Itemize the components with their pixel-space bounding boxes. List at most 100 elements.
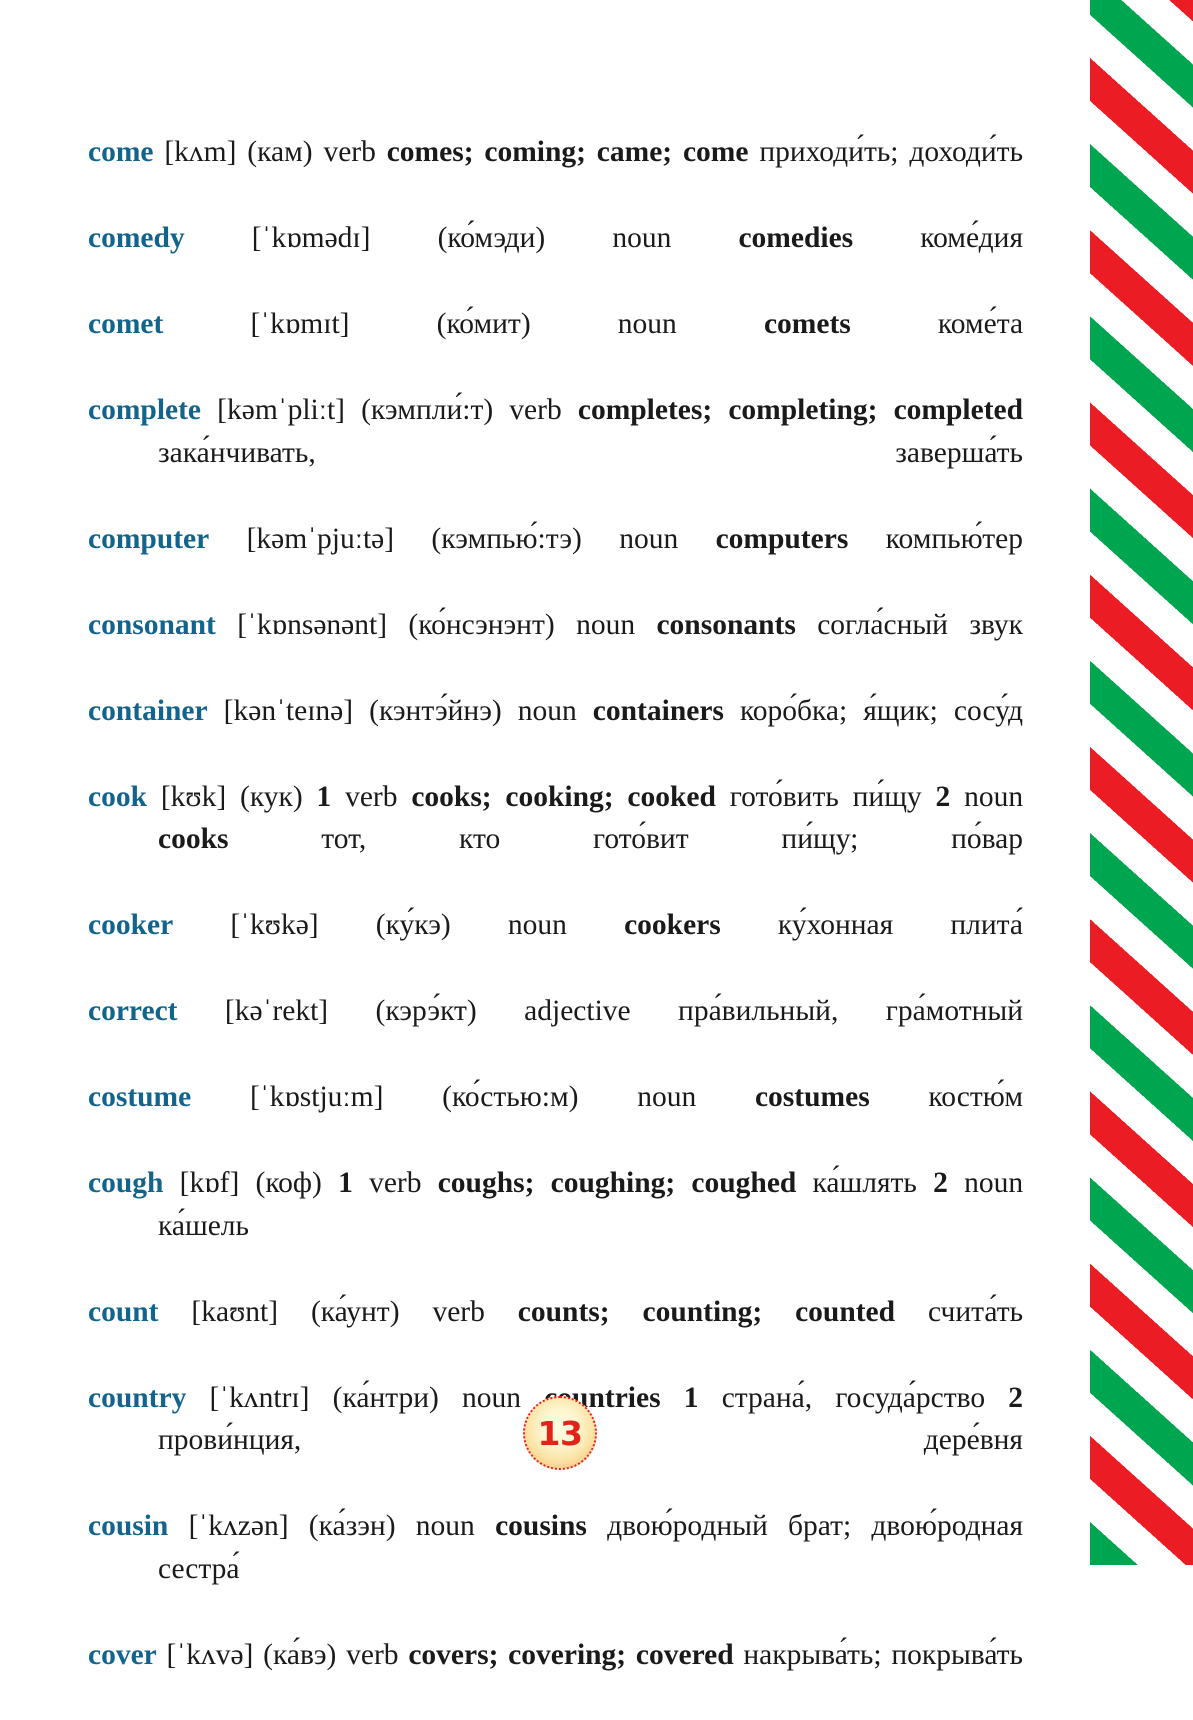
headword: cover xyxy=(88,1638,157,1671)
inflected-forms: comets xyxy=(763,308,851,340)
part-of-speech: verb xyxy=(432,1295,485,1328)
inflected-forms: costumes xyxy=(754,1081,870,1113)
dictionary-entry: complete [kəmˈpliːt] (кэмпли́:т) verb co… xyxy=(88,389,1023,517)
russian-transcription: (кэрэ́кт) xyxy=(375,995,477,1027)
russian-transcription: (ка́зэн) xyxy=(308,1510,396,1542)
sense-number: 2 xyxy=(935,780,951,813)
part-of-speech: verb xyxy=(345,780,398,813)
part-of-speech: verb xyxy=(323,136,376,168)
inflected-forms: coughs; coughing; coughed xyxy=(437,1167,797,1199)
part-of-speech: noun xyxy=(617,308,677,340)
ipa-transcription: [ˈkɒstjuːm] xyxy=(249,1081,384,1113)
ipa-transcription: [kənˈteɪnə] xyxy=(223,694,354,727)
ipa-transcription: [kəmˈpjuːtə] xyxy=(246,522,395,555)
russian-transcription: (кэмпли́:т) xyxy=(361,394,494,426)
definition: тот, кто гото́вит пи́щу; по́вар xyxy=(321,823,1023,855)
russian-transcription: (ка́вэ) xyxy=(263,1638,337,1671)
dictionary-entry: consonant [ˈkɒnsənənt] (ко́нсэнэнт) noun… xyxy=(88,604,1023,689)
russian-transcription: (ку́кэ) xyxy=(375,909,451,941)
headword: country xyxy=(88,1381,187,1414)
ipa-transcription: [kɒf] xyxy=(179,1167,240,1199)
ipa-transcription: [ˈkʌntrɪ] xyxy=(209,1381,310,1414)
sense-number: 1 xyxy=(683,1381,699,1414)
part-of-speech: noun xyxy=(964,1167,1024,1199)
ipa-transcription: [kʊk] xyxy=(160,780,227,813)
dictionary-entry-list: come [kʌm] (кам) verb comes; coming; cam… xyxy=(88,131,1023,1720)
part-of-speech: noun xyxy=(612,222,672,254)
definition: коро́бка; я́щик; сосу́д xyxy=(739,694,1024,727)
part-of-speech: noun xyxy=(964,780,1024,813)
dictionary-entry: cover [ˈkʌvə] (ка́вэ) verb covers; cover… xyxy=(88,1634,1023,1719)
part-of-speech: verb xyxy=(509,394,562,426)
inflected-forms: cooks; cooking; cooked xyxy=(411,780,716,813)
headword: count xyxy=(88,1295,159,1328)
dictionary-entry: container [kənˈteɪnə] (кэнтэ́йнэ) noun c… xyxy=(88,690,1023,775)
russian-transcription: (ко́мит) xyxy=(436,308,531,340)
part-of-speech: noun xyxy=(507,909,567,941)
inflected-forms: counts; counting; counted xyxy=(517,1295,896,1328)
definition: коме́дия xyxy=(920,222,1024,254)
definition: ка́шлять xyxy=(812,1167,917,1199)
inflected-forms: completes; completing; completed xyxy=(577,394,1024,426)
ipa-transcription: [ˈkʊkə] xyxy=(230,909,319,941)
russian-transcription: (коф) xyxy=(255,1167,322,1199)
definition: компью́тер xyxy=(885,522,1023,555)
inflected-forms: consonants xyxy=(656,608,796,641)
definition: ка́шель xyxy=(158,1209,249,1242)
russian-transcription: (кэмпью́:тэ) xyxy=(431,522,582,555)
headword: comedy xyxy=(88,222,185,254)
part-of-speech: adjective xyxy=(524,995,631,1027)
headword: correct xyxy=(88,995,178,1027)
headword: computer xyxy=(88,522,210,555)
dictionary-entry: comedy [ˈkɒmədɪ] (ко́мэди) noun comedies… xyxy=(88,217,1023,302)
definition: пра́вильный, гра́мотный xyxy=(678,995,1023,1027)
dictionary-entry: cook [kʊk] (кук) 1 verb cooks; cooking; … xyxy=(88,776,1023,904)
dictionary-entry: cooker [ˈkʊkə] (ку́кэ) noun cookers ку́х… xyxy=(88,904,1023,989)
part-of-speech: noun xyxy=(576,608,636,641)
ipa-transcription: [ˈkɒmədɪ] xyxy=(251,222,371,254)
ipa-transcription: [kəˈrekt] xyxy=(224,995,329,1027)
part-of-speech: noun xyxy=(462,1381,522,1414)
headword: consonant xyxy=(88,608,216,641)
headword: cooker xyxy=(88,909,174,941)
russian-transcription: (кэнтэ́йнэ) xyxy=(369,694,502,727)
dictionary-entry: computer [kəmˈpjuːtə] (кэмпью́:тэ) noun … xyxy=(88,518,1023,603)
dictionary-entry: cough [kɒf] (коф) 1 verb coughs; coughin… xyxy=(88,1162,1023,1290)
dictionary-entry: costume [ˈkɒstjuːm] (ко́стью:м) noun cos… xyxy=(88,1076,1023,1161)
headword: container xyxy=(88,694,208,727)
part-of-speech: noun xyxy=(415,1510,475,1542)
definition: ку́хонная плита́ xyxy=(777,909,1023,941)
ipa-transcription: [kaʊnt] xyxy=(191,1295,279,1328)
russian-transcription: (ка́унт) xyxy=(310,1295,400,1328)
headword: cough xyxy=(88,1167,164,1199)
inflected-forms: cousins xyxy=(495,1510,587,1542)
ipa-transcription: [kəmˈpliːt] xyxy=(217,394,345,426)
inflected-forms: computers xyxy=(715,522,849,555)
headword: come xyxy=(88,136,154,168)
dictionary-entry: correct [kəˈrekt] (кэрэ́кт) adjective пр… xyxy=(88,990,1023,1075)
sense-number: 2 xyxy=(1008,1381,1024,1414)
inflected-forms: comes; coming; came; come xyxy=(386,136,749,168)
ipa-transcription: [kʌm] xyxy=(164,136,237,168)
inflected-forms: cooks xyxy=(158,823,229,855)
inflected-forms: containers xyxy=(592,694,724,727)
page-number: 13 xyxy=(537,1413,583,1453)
decorative-stripe-band xyxy=(1090,0,1193,1565)
headword: cook xyxy=(88,780,147,813)
headword: costume xyxy=(88,1081,192,1113)
sense-number: 1 xyxy=(316,780,332,813)
russian-transcription: (кук) xyxy=(240,780,303,813)
inflected-forms: comedies xyxy=(738,222,854,254)
dictionary-entry: count [kaʊnt] (ка́унт) verb counts; coun… xyxy=(88,1291,1023,1376)
inflected-forms: covers; covering; covered xyxy=(408,1638,734,1671)
russian-transcription: (ко́нсэнэнт) xyxy=(408,608,555,641)
sense-number: 1 xyxy=(338,1167,353,1199)
russian-transcription: (ко́мэди) xyxy=(437,222,546,254)
sense-number: 2 xyxy=(933,1167,948,1199)
part-of-speech: noun xyxy=(619,522,679,555)
headword: comet xyxy=(88,308,164,340)
dictionary-entry: cousin [ˈkʌzən] (ка́зэн) noun cousins дв… xyxy=(88,1505,1023,1633)
definition: счита́ть xyxy=(927,1295,1024,1328)
definition: гото́вить пи́щу xyxy=(729,780,922,813)
definition: костю́м xyxy=(928,1081,1024,1113)
